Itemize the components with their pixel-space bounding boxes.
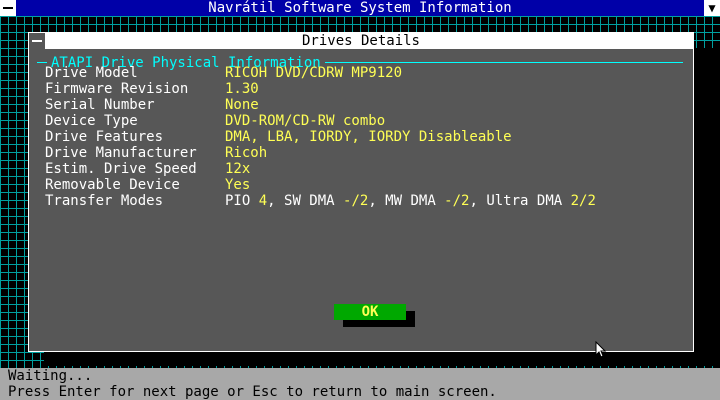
row-value: DMA, LBA, IORDY, IORDY Disableable [225, 129, 512, 145]
sw-dma-prefix: , SW DMA [267, 193, 344, 209]
pio-value: 4 [258, 193, 268, 209]
row-label: Device Type [45, 113, 138, 129]
app-title-bar: Navrátil Software System Information ▼ [0, 0, 720, 16]
dialog-title: Drives Details [301, 33, 420, 49]
mouse-pointer-icon [595, 341, 607, 358]
row-label: Removable Device [45, 177, 180, 193]
info-row-drive-model: Drive Model RICOH DVD/CDRW MP9120 [45, 65, 402, 81]
row-value: 12x [225, 161, 251, 177]
row-label: Drive Model [45, 65, 138, 81]
row-value: Ricoh [225, 145, 268, 161]
status-line-instructions: Press Enter for next page or Esc to retu… [8, 384, 497, 400]
sw-dma-value: -/2 [343, 193, 369, 209]
ok-button[interactable]: OK [334, 304, 406, 320]
row-label: Estim. Drive Speed [45, 161, 197, 177]
dialog-control-menu-icon[interactable] [29, 33, 45, 49]
scroll-down-arrow-icon[interactable]: ▼ [704, 0, 720, 16]
transfer-modes-value: PIO 4, SW DMA -/2, MW DMA -/2, Ultra DMA… [225, 193, 596, 209]
info-row-transfer-modes: Transfer Modes PIO 4, SW DMA -/2, MW DMA… [45, 193, 596, 209]
info-row-drive-features: Drive Features DMA, LBA, IORDY, IORDY Di… [45, 129, 512, 145]
info-row-removable-device: Removable Device Yes [45, 177, 250, 193]
info-row-serial-number: Serial Number None [45, 97, 259, 113]
drives-details-dialog: Drives Details ATAPI Drive Physical Info… [28, 32, 694, 358]
info-row-firmware-revision: Firmware Revision 1.30 [45, 81, 259, 97]
row-label: Transfer Modes [45, 193, 164, 209]
app-title: Navrátil Software System Information [208, 0, 512, 16]
dialog-title-bar: Drives Details [29, 33, 693, 49]
row-value: None [225, 97, 259, 113]
row-value: DVD-ROM/CD-RW combo [225, 113, 386, 129]
mw-dma-value: -/2 [444, 193, 470, 209]
row-label: Serial Number [45, 97, 155, 113]
info-row-drive-speed: Estim. Drive Speed 12x [45, 161, 250, 177]
row-value: 1.30 [225, 81, 259, 97]
status-line-waiting: Waiting... [8, 368, 93, 384]
info-row-drive-manufacturer: Drive Manufacturer Ricoh [45, 145, 267, 161]
row-label: Firmware Revision [45, 81, 189, 97]
udma-value: 2/2 [570, 193, 596, 209]
status-bar: Waiting... Press Enter for next page or … [0, 368, 720, 400]
atapi-info-group: ATAPI Drive Physical Information Drive M… [37, 55, 683, 335]
row-value: Yes [225, 177, 251, 193]
system-menu-icon[interactable] [0, 0, 16, 16]
udma-prefix: , Ultra DMA [469, 193, 571, 209]
pio-prefix: PIO [225, 193, 259, 209]
info-row-device-type: Device Type DVD-ROM/CD-RW combo [45, 113, 385, 129]
mw-dma-prefix: , MW DMA [368, 193, 445, 209]
row-label: Drive Features [45, 129, 164, 145]
row-value: RICOH DVD/CDRW MP9120 [225, 65, 403, 81]
row-label: Drive Manufacturer [45, 145, 197, 161]
